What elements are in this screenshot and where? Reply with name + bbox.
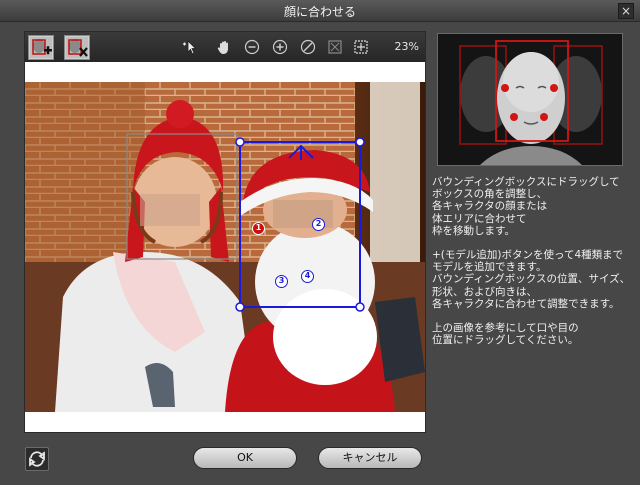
marker-1[interactable]: 1 — [252, 222, 265, 235]
zoom-out-icon[interactable] — [244, 39, 260, 55]
instruction-paragraph-1: バウンディングボックスにドラッグして ボックスの角を調整し、 各キャラクタの顔ま… — [432, 176, 620, 237]
hand-tool-icon[interactable] — [216, 39, 232, 55]
marker-2[interactable]: 2 — [312, 218, 325, 231]
reference-model-image — [438, 34, 622, 165]
zoom-level: 23% — [394, 40, 419, 53]
title-bar: 顔に合わせる × — [0, 0, 640, 22]
remove-model-icon — [66, 37, 88, 58]
select-tool-icon[interactable] — [182, 39, 198, 55]
ok-button[interactable]: OK — [193, 447, 297, 469]
instruction-paragraph-3: 上の画像を参考にして口や目の 位置にドラッグしてください。 — [432, 322, 579, 347]
reset-icon[interactable] — [300, 39, 316, 55]
editor-toolbar: 23% — [25, 32, 425, 62]
marker-4[interactable]: 4 — [301, 270, 314, 283]
center-icon[interactable] — [353, 39, 369, 55]
editor-panel: 23% 1 2 3 4 — [24, 31, 426, 433]
photo-canvas[interactable]: 1 2 3 4 — [25, 82, 425, 412]
add-model-icon — [30, 37, 52, 58]
close-button[interactable]: × — [618, 3, 634, 19]
cancel-button[interactable]: キャンセル — [318, 447, 422, 469]
fit-to-window-icon[interactable] — [327, 39, 343, 55]
instructions-text: バウンディングボックスにドラッグして ボックスの角を調整し、 各キャラクタの顔ま… — [432, 176, 636, 358]
photo-image — [25, 82, 425, 412]
marker-3[interactable]: 3 — [275, 275, 288, 288]
refresh-icon — [29, 451, 45, 467]
zoom-in-icon[interactable] — [272, 39, 288, 55]
window-title: 顔に合わせる — [283, 5, 356, 19]
reference-preview — [437, 33, 623, 166]
add-model-button[interactable] — [28, 35, 54, 60]
remove-model-button[interactable] — [64, 35, 90, 60]
instruction-paragraph-2: +(モデル追加)ボタンを使って4種類まで モデルを追加できます。 バウンディング… — [432, 249, 631, 310]
refresh-button[interactable] — [25, 447, 49, 471]
